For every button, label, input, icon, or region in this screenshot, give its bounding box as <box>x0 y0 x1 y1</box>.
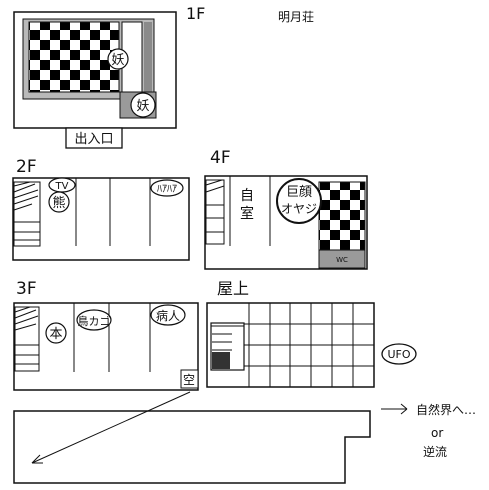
floor-4f: 4F 自 室 WC 巨顔 オヤジ <box>204 148 368 270</box>
own-room-label-2: 室 <box>240 205 254 222</box>
floor-1f: 妖 妖 出入口 1F <box>13 4 205 149</box>
floor-label-3f: 3F <box>16 279 37 299</box>
vacant-label: 空 <box>183 373 195 387</box>
gray-strip-1f <box>144 22 152 100</box>
floor-2f: 2F TV 熊 ﾊｱﾊｱ <box>12 157 190 261</box>
birdcage-label: 鳥カゴ <box>78 314 111 328</box>
tv-label: TV <box>55 181 69 192</box>
ufo-label: UFO <box>387 348 410 361</box>
entrance-label: 出入口 <box>74 132 113 147</box>
floor-label-2f: 2F <box>16 157 37 177</box>
oyaji-label: オヤジ <box>281 202 317 216</box>
haahaa-label: ﾊｱﾊｱ <box>157 184 177 195</box>
building-name: 明月荘 <box>278 10 314 24</box>
book-label: 本 <box>49 327 62 342</box>
wc-label: WC <box>336 256 348 264</box>
apartment-floor-plan: 妖 妖 出入口 1F 明月荘 2F TV 熊 ﾊｱﾊｱ 4F 自 室 WC 巨顔… <box>12 4 476 484</box>
bear-label: 熊 <box>52 195 65 211</box>
floor-label-4f: 4F <box>210 148 231 168</box>
roof-grid <box>228 303 374 387</box>
stairs-roof-dark <box>212 352 230 369</box>
chute-line <box>31 391 191 464</box>
stairs-2f <box>13 181 41 247</box>
sick-label: 病人 <box>156 308 180 323</box>
floor-3f: 3F 本 鳥カゴ 病人 空 <box>13 279 199 391</box>
exit-nature-label: 自然界へ… <box>416 402 476 417</box>
checkered-floor-1f <box>28 21 120 93</box>
floor-label-1f: 1F <box>186 4 205 23</box>
stairs-4f <box>205 179 225 245</box>
big-face-label: 巨顔 <box>286 185 312 200</box>
own-room-label-1: 自 <box>240 188 254 204</box>
occupant-label-1f-a: 妖 <box>111 53 124 68</box>
roof: 屋上 UFO <box>206 279 417 388</box>
exit-reverse-label: 逆流 <box>423 444 447 459</box>
occupant-label-1f-b: 妖 <box>136 99 149 114</box>
floor-label-roof: 屋上 <box>217 279 249 298</box>
exit-or-label: or <box>431 426 443 440</box>
sewer-pipe: 自然界へ… or 逆流 <box>13 391 476 484</box>
checkered-floor-4f <box>318 181 366 251</box>
